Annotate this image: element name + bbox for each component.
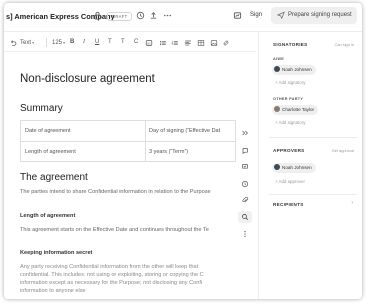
paragraph-line: information to anyone else [20,288,86,294]
prepare-signing-request-button[interactable]: Prepare signing request [271,7,357,24]
add-approver-button[interactable]: + Add approver [275,179,305,184]
text-style-select[interactable]: Text ▾ [20,38,38,47]
bold-button[interactable]: B [70,38,74,47]
flag-icon[interactable] [241,163,249,171]
sign-button[interactable]: Sign [250,10,262,20]
side-icon-rail [236,125,256,245]
approver-name: Noah Johnsen [282,165,312,170]
more-icon[interactable] [163,11,172,20]
signatories-title: SIGNATORIES [273,42,308,47]
upload-icon[interactable] [149,11,158,20]
table-row: Date of agreement Day of signing (“Effec… [21,121,236,141]
approvers-title: APPROVERS [273,148,305,153]
paragraph: The parties intend to share Confidential… [20,189,211,195]
app-window: s] American Express Company DRAFT Sign P… [4,3,362,299]
length-heading: Length of agreement [20,213,76,219]
font-size-select[interactable]: 125 ▾ [52,38,68,47]
paragraph-line: Any party receiving Confidential informa… [20,264,199,270]
section-divider [269,194,357,195]
font-size-value: 125 [52,40,63,46]
signatory-chip[interactable]: Charlotte Taylor [272,105,319,115]
table-icon[interactable] [197,38,205,47]
document-heading: Non-disclosure agreement [20,73,155,85]
document-canvas[interactable]: Non-disclosure agreement Summary Date of… [4,53,236,299]
summary-table: Date of agreement Day of signing (“Effec… [20,120,236,162]
collapse-panel-icon[interactable] [241,129,249,137]
summary-heading: Summary [20,103,63,114]
bulleted-list-icon[interactable] [159,38,167,47]
add-signatory-button[interactable]: + Add signatory [275,80,305,85]
undo-icon[interactable] [9,38,17,47]
signatory-name: Charlotte Taylor [282,107,315,112]
party-label: OTHER PARTY [273,97,304,101]
paragraph: This agreement starts on the Effective D… [20,227,209,233]
align-left-icon[interactable] [184,38,192,47]
text-color-button[interactable]: T [108,38,112,47]
toolbar-divider [46,38,47,47]
table-cell[interactable]: Day of signing (“Effective Dat [149,128,235,134]
link-icon[interactable] [222,38,230,47]
underline-button[interactable]: U [95,38,99,47]
add-signatory-button[interactable]: + Add signatory [275,120,305,125]
send-icon [277,11,285,19]
get-approval-link[interactable]: Get approval [332,148,354,153]
prepare-signing-request-label: Prepare signing request [288,12,352,18]
attachment-icon[interactable] [241,196,249,204]
history-icon[interactable] [136,11,145,20]
party-label: AIWE [273,57,285,61]
italic-button[interactable]: I [83,38,85,47]
secret-heading: Keeping information secret [20,250,93,256]
clock-icon[interactable] [241,180,249,188]
search-icon[interactable] [238,211,252,223]
formatting-toolbar: Text ▾ 125 ▾ B I U T T C 01 [4,33,256,52]
svg-text:01: 01 [147,41,151,45]
code-block-icon[interactable]: 01 [145,38,153,47]
signatories-link[interactable]: Can sign in [335,42,354,47]
signatory-name: Noah Johnsen [282,67,312,72]
signatory-chip[interactable]: Noah Johnsen [272,65,316,75]
paragraph-line: confidential. This includes: not using o… [20,272,204,278]
avatar [274,164,280,171]
highlight-button[interactable]: C [134,38,138,47]
top-bar: s] American Express Company DRAFT Sign P… [4,3,362,32]
avatar [274,106,280,113]
signature-icon[interactable] [233,11,242,20]
chevron-right-icon[interactable]: › [351,200,353,206]
text-style-value: Text [20,40,32,46]
image-icon[interactable] [210,38,218,47]
section-divider [269,137,357,138]
signing-panel: SIGNATORIES Can sign in AIWE Noah Johnse… [258,32,362,299]
table-cell[interactable]: Length of agreement [25,149,76,155]
more-vertical-icon[interactable] [241,230,249,238]
clear-format-button[interactable]: T [121,38,125,47]
lock-icon[interactable] [93,11,102,20]
agreement-heading: The agreement [20,172,88,183]
comment-icon[interactable] [241,147,249,155]
recipients-title[interactable]: RECIPIENTS [273,202,304,207]
numbered-list-icon[interactable] [171,38,179,47]
approver-chip[interactable]: Noah Johnsen [272,163,316,173]
table-cell[interactable]: Date of agreement [25,128,71,134]
status-badge: DRAFT [107,12,133,21]
table-row: Length of agreement 3 years (“Term”) [21,141,236,161]
table-cell[interactable]: 3 years (“Term”) [149,149,235,155]
paragraph-line: information except as necessary for the … [20,280,203,286]
avatar [274,66,280,73]
